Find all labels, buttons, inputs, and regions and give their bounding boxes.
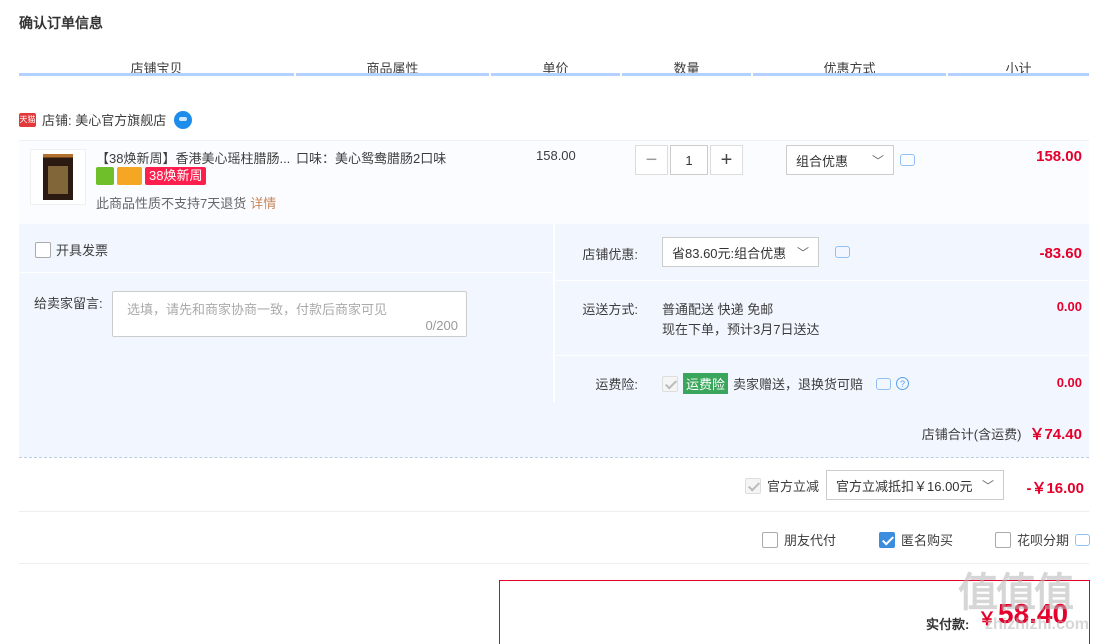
return-note-text: 此商品性质不支持7天退货 bbox=[96, 196, 247, 211]
comment-icon[interactable] bbox=[876, 377, 892, 390]
friend-pay-label: 朋友代付 bbox=[784, 533, 837, 548]
anonymous-label: 匿名购买 bbox=[901, 533, 954, 548]
watermark-url: zhizhizhi.com bbox=[985, 616, 1089, 633]
shop-row: 天猫 店铺: 美心官方旗舰店 bbox=[19, 110, 193, 129]
header-underline bbox=[622, 73, 751, 76]
huabei-checkbox[interactable] bbox=[995, 531, 1011, 548]
divider bbox=[555, 280, 1089, 281]
header-underline bbox=[491, 73, 620, 76]
help-icon[interactable]: ? bbox=[896, 377, 910, 390]
shop-discount-select[interactable]: 省83.60元:组合优惠 ﹀ bbox=[662, 237, 819, 267]
header-underline bbox=[948, 73, 1089, 76]
friend-pay-checkbox[interactable] bbox=[762, 531, 778, 548]
shop-total-label: 店铺合计(含运费) bbox=[921, 427, 1022, 442]
product-badges: 38焕新周 bbox=[96, 167, 207, 185]
chevron-down-icon: ﹀ bbox=[871, 153, 884, 168]
shipping-method: 普通配送 快递 免邮 bbox=[662, 302, 774, 317]
divider bbox=[19, 511, 1089, 512]
promo-badge: 38焕新周 bbox=[145, 167, 207, 185]
return-note: 此商品性质不支持7天退货 详情 bbox=[96, 193, 276, 212]
divider bbox=[555, 355, 1089, 356]
shop-total-amount: ￥74.40 bbox=[1029, 426, 1082, 443]
watermark-logo: 值值值 bbox=[958, 571, 1074, 615]
message-label: 给卖家留言: bbox=[34, 296, 103, 311]
item-subtotal: 158.00 bbox=[1036, 148, 1082, 165]
quantity-increase-button[interactable]: + bbox=[710, 145, 743, 175]
discount-select-value: 组合优惠 bbox=[796, 153, 849, 169]
comment-icon[interactable] bbox=[835, 246, 850, 258]
anonymous-option[interactable]: 匿名购买 bbox=[879, 530, 953, 549]
shop-discount-amount: -83.60 bbox=[1039, 245, 1082, 262]
insurance-tag: 运费险 bbox=[683, 373, 729, 394]
invoice-label: 开具发票 bbox=[56, 243, 109, 258]
tmall-icon: 天猫 bbox=[19, 112, 36, 127]
chevron-down-icon: ﹀ bbox=[981, 478, 994, 493]
comment-icon[interactable] bbox=[900, 154, 915, 166]
official-discount-option: 官方立减 bbox=[745, 476, 819, 495]
shop-discount-label: 店铺优惠: bbox=[582, 247, 638, 262]
message-placeholder: 选填，请先和商家协商一致，付款后商家可见 bbox=[127, 302, 388, 317]
page-title: 确认订单信息 bbox=[19, 15, 103, 31]
shop-discount-value: 省83.60元:组合优惠 bbox=[672, 245, 787, 261]
insurance-label: 运费险: bbox=[595, 377, 638, 392]
divider bbox=[19, 272, 553, 273]
divider bbox=[19, 563, 1089, 564]
comment-icon[interactable] bbox=[1075, 533, 1091, 546]
chevron-down-icon: ﹀ bbox=[796, 245, 809, 260]
shipping-amount: 0.00 bbox=[1056, 299, 1082, 314]
shipping-eta: 现在下单，预计3月7日送达 bbox=[662, 322, 820, 337]
shipping-label: 运送方式: bbox=[582, 302, 638, 317]
card-badge-icon bbox=[117, 167, 142, 185]
header-underline bbox=[753, 73, 946, 76]
shop-total: 店铺合计(含运费) ￥74.40 bbox=[860, 423, 1082, 444]
quantity-decrease-button[interactable]: − bbox=[635, 145, 668, 175]
header-underline bbox=[19, 73, 294, 76]
invoice-option[interactable]: 开具发票 bbox=[35, 240, 108, 259]
friend-pay-option[interactable]: 朋友代付 bbox=[762, 530, 836, 549]
insurance-row: 运费险 卖家赠送，退换货可赔 ? bbox=[662, 373, 910, 394]
insurance-checkbox bbox=[662, 375, 678, 392]
divider bbox=[19, 457, 1089, 458]
shop-name-link[interactable]: 店铺: 美心官方旗舰店 bbox=[42, 110, 166, 129]
official-discount-label: 官方立减 bbox=[767, 479, 820, 494]
product-thumbnail[interactable] bbox=[30, 149, 86, 205]
quantity-input[interactable]: 1 bbox=[670, 145, 708, 175]
invoice-checkbox[interactable] bbox=[35, 241, 51, 258]
official-discount-amount: -￥16.00 bbox=[1026, 480, 1084, 497]
product-attribute: 口味：美心鸳鸯腊肠2口味 bbox=[296, 151, 447, 166]
quantity-stepper: − 1 + bbox=[635, 145, 743, 175]
discount-select[interactable]: 组合优惠 ﹀ bbox=[786, 145, 894, 175]
insurance-amount: 0.00 bbox=[1056, 375, 1082, 390]
anonymous-checkbox[interactable] bbox=[879, 531, 895, 548]
insurance-text: 卖家赠送，退换货可赔 bbox=[733, 377, 864, 392]
chat-seller-icon[interactable] bbox=[174, 110, 193, 129]
service-badge-icon bbox=[96, 167, 114, 185]
product-title-link[interactable]: 【38焕新周】香港美心瑶柱腊肠... bbox=[96, 148, 290, 167]
official-discount-value: 官方立减抵扣￥16.00元 bbox=[836, 478, 973, 494]
official-discount-select[interactable]: 官方立减抵扣￥16.00元 ﹀ bbox=[826, 470, 1004, 500]
return-detail-link[interactable]: 详情 bbox=[250, 196, 276, 211]
message-char-count: 0/200 bbox=[425, 318, 458, 333]
header-underline bbox=[296, 73, 489, 76]
unit-price: 158.00 bbox=[536, 148, 576, 163]
seller-message-input[interactable]: 选填，请先和商家协商一致，付款后商家可见 0/200 bbox=[112, 291, 467, 337]
huabei-option[interactable]: 花呗分期 bbox=[995, 530, 1091, 549]
huabei-label: 花呗分期 bbox=[1017, 533, 1070, 548]
official-discount-checkbox bbox=[745, 477, 761, 494]
